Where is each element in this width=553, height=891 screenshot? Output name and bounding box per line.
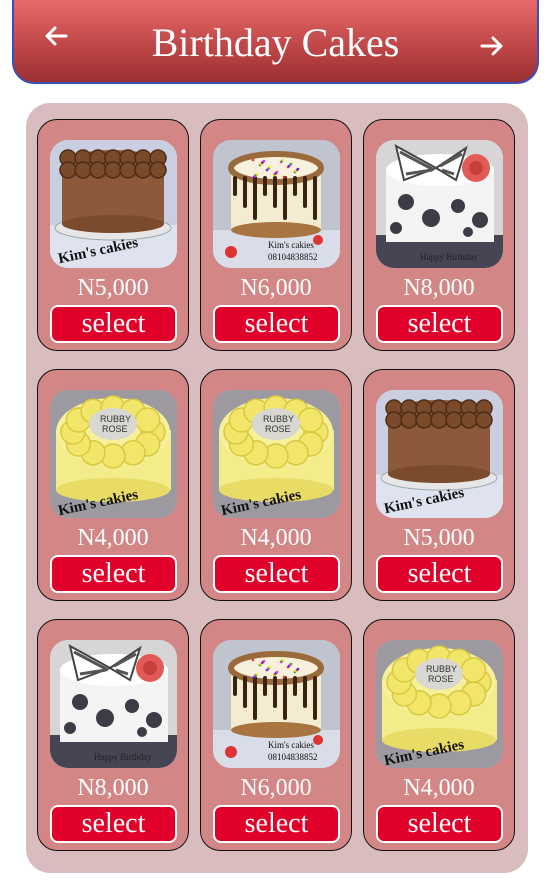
- cake-price: N4,000: [240, 525, 312, 551]
- cake-image: Kim's cakies 08104838852: [213, 140, 340, 268]
- header-bar: Birthday Cakes: [12, 0, 539, 84]
- page-title: Birthday Cakes: [151, 20, 400, 65]
- cake-price: N6,000: [240, 775, 312, 801]
- cake-price: N8,000: [403, 275, 475, 301]
- cake-price: N5,000: [403, 525, 475, 551]
- cake-card: Kim's cakies 08104838852 N6,000 select: [200, 619, 352, 851]
- cake-card: Happy Birthday N8,000 select: [37, 619, 189, 851]
- cake-card: RUBBY ROSE Kim's cakies N4,000 select: [37, 369, 189, 601]
- select-button[interactable]: select: [213, 555, 340, 593]
- cake-image: Kim's cakies: [50, 140, 177, 268]
- cake-card: Kim's cakies N5,000 select: [363, 369, 515, 601]
- cake-price: N6,000: [240, 275, 312, 301]
- select-button[interactable]: select: [376, 805, 503, 843]
- svg-text:08104838852: 08104838852: [268, 752, 318, 762]
- svg-text:RUBBY: RUBBY: [100, 414, 131, 424]
- cake-list-panel: Kim's cakies N5,000 select Kim's cakies 0…: [26, 103, 528, 873]
- select-button[interactable]: select: [213, 305, 340, 343]
- select-button[interactable]: select: [50, 805, 177, 843]
- select-button[interactable]: select: [213, 805, 340, 843]
- select-button[interactable]: select: [376, 305, 503, 343]
- svg-text:Happy Birthday: Happy Birthday: [94, 752, 152, 762]
- cake-card: Happy Birthday N8,000 select: [363, 119, 515, 351]
- svg-text:ROSE: ROSE: [265, 424, 291, 434]
- svg-text:ROSE: ROSE: [428, 674, 454, 684]
- cake-price: N4,000: [77, 525, 149, 551]
- svg-text:08104838852: 08104838852: [268, 252, 318, 262]
- cake-price: N8,000: [77, 775, 149, 801]
- cake-grid: Kim's cakies N5,000 select Kim's cakies 0…: [37, 119, 515, 851]
- cake-image: RUBBY ROSE Kim's cakies: [376, 640, 503, 768]
- cake-image: RUBBY ROSE Kim's cakies: [50, 390, 177, 518]
- forward-button[interactable]: [472, 26, 512, 66]
- arrow-right-icon: [480, 36, 503, 56]
- select-button[interactable]: select: [376, 555, 503, 593]
- svg-text:RUBBY: RUBBY: [426, 664, 457, 674]
- select-button[interactable]: select: [50, 555, 177, 593]
- cake-image: RUBBY ROSE Kim's cakies: [213, 390, 340, 518]
- svg-text:Kim's cakies: Kim's cakies: [268, 240, 314, 250]
- cake-card: RUBBY ROSE Kim's cakies N4,000 select: [200, 369, 352, 601]
- svg-text:Kim's cakies: Kim's cakies: [268, 740, 314, 750]
- cake-price: N5,000: [77, 275, 149, 301]
- cake-card: RUBBY ROSE Kim's cakies N4,000 select: [363, 619, 515, 851]
- cake-image: Kim's cakies 08104838852: [213, 640, 340, 768]
- cake-card: Kim's cakies 08104838852 N6,000 select: [200, 119, 352, 351]
- cake-price: N4,000: [403, 775, 475, 801]
- cake-card: Kim's cakies N5,000 select: [37, 119, 189, 351]
- cake-image: Happy Birthday: [50, 640, 177, 768]
- svg-text:Happy Birthday: Happy Birthday: [420, 252, 478, 262]
- svg-text:RUBBY: RUBBY: [263, 414, 294, 424]
- cake-image: Kim's cakies: [376, 390, 503, 518]
- select-button[interactable]: select: [50, 305, 177, 343]
- svg-text:ROSE: ROSE: [102, 424, 128, 434]
- cake-image: Happy Birthday: [376, 140, 503, 268]
